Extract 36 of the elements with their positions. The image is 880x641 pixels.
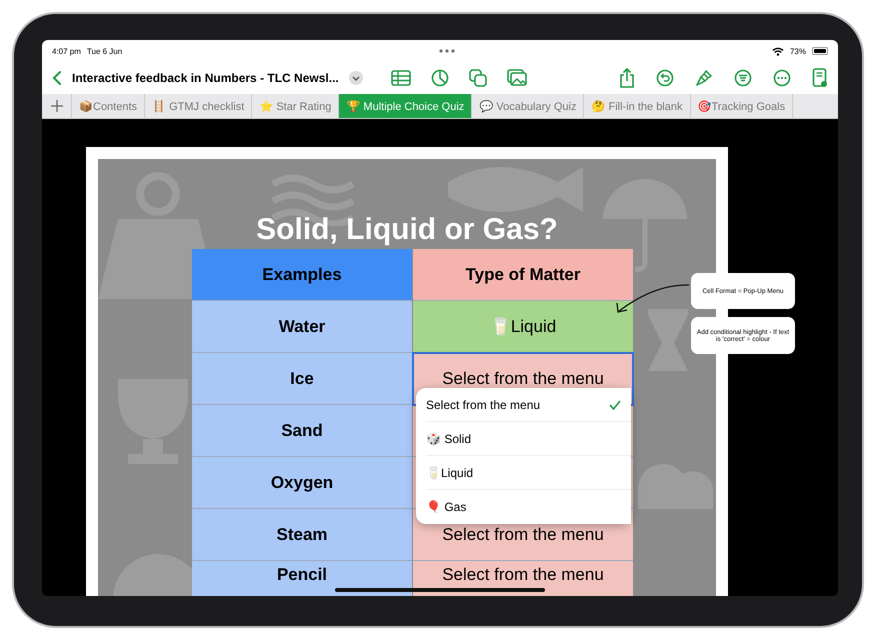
status-date: Tue 6 Jun bbox=[86, 46, 122, 56]
sheet-title: Solid, Liquid or Gas? bbox=[256, 212, 558, 248]
column-header: Type of Matter bbox=[413, 249, 633, 301]
plus-icon bbox=[50, 100, 62, 112]
menu-item[interactable]: 🥛Liquid bbox=[426, 456, 631, 490]
table-cell: Oxygen bbox=[192, 457, 412, 509]
share-icon[interactable] bbox=[619, 68, 635, 88]
multitasking-dots-icon[interactable] bbox=[439, 49, 456, 53]
popup-menu-cell[interactable]: Select from the menu bbox=[413, 561, 633, 596]
document-title[interactable]: Interactive feedback in Numbers - TLC Newsl... bbox=[72, 71, 339, 85]
menu-item[interactable]: Select from the menu bbox=[426, 388, 631, 422]
table-cell: Ice bbox=[192, 353, 412, 405]
table-cell: Steam bbox=[192, 509, 412, 561]
status-time: 4:07 pm bbox=[52, 46, 81, 56]
paintbrush-icon[interactable] bbox=[695, 69, 713, 87]
popup-menu-cell[interactable]: 🥛Liquid bbox=[413, 301, 633, 353]
document-view-icon[interactable] bbox=[812, 68, 828, 88]
table-cell: Pencil bbox=[192, 561, 412, 596]
undo-icon[interactable] bbox=[656, 69, 674, 87]
chevron-down-icon[interactable] bbox=[348, 71, 363, 85]
wifi-icon bbox=[772, 46, 784, 56]
back-icon[interactable] bbox=[52, 70, 62, 86]
format-icon[interactable] bbox=[734, 69, 752, 87]
cloud-icon bbox=[638, 464, 713, 509]
menu-item[interactable]: 🎲 Solid bbox=[426, 422, 631, 456]
table-cell: Sand bbox=[192, 405, 412, 457]
shapes-icon[interactable] bbox=[468, 69, 487, 87]
table-cell: Water bbox=[192, 301, 412, 353]
table-icon[interactable] bbox=[390, 70, 411, 86]
more-icon[interactable] bbox=[773, 69, 791, 87]
column-header: Examples bbox=[192, 249, 412, 301]
pie-chart-icon[interactable] bbox=[430, 69, 449, 87]
battery-icon bbox=[812, 47, 828, 55]
battery-percentage: 73% bbox=[790, 46, 806, 56]
menu-item[interactable]: 🎈 Gas bbox=[426, 490, 631, 524]
media-icon[interactable] bbox=[506, 69, 527, 87]
